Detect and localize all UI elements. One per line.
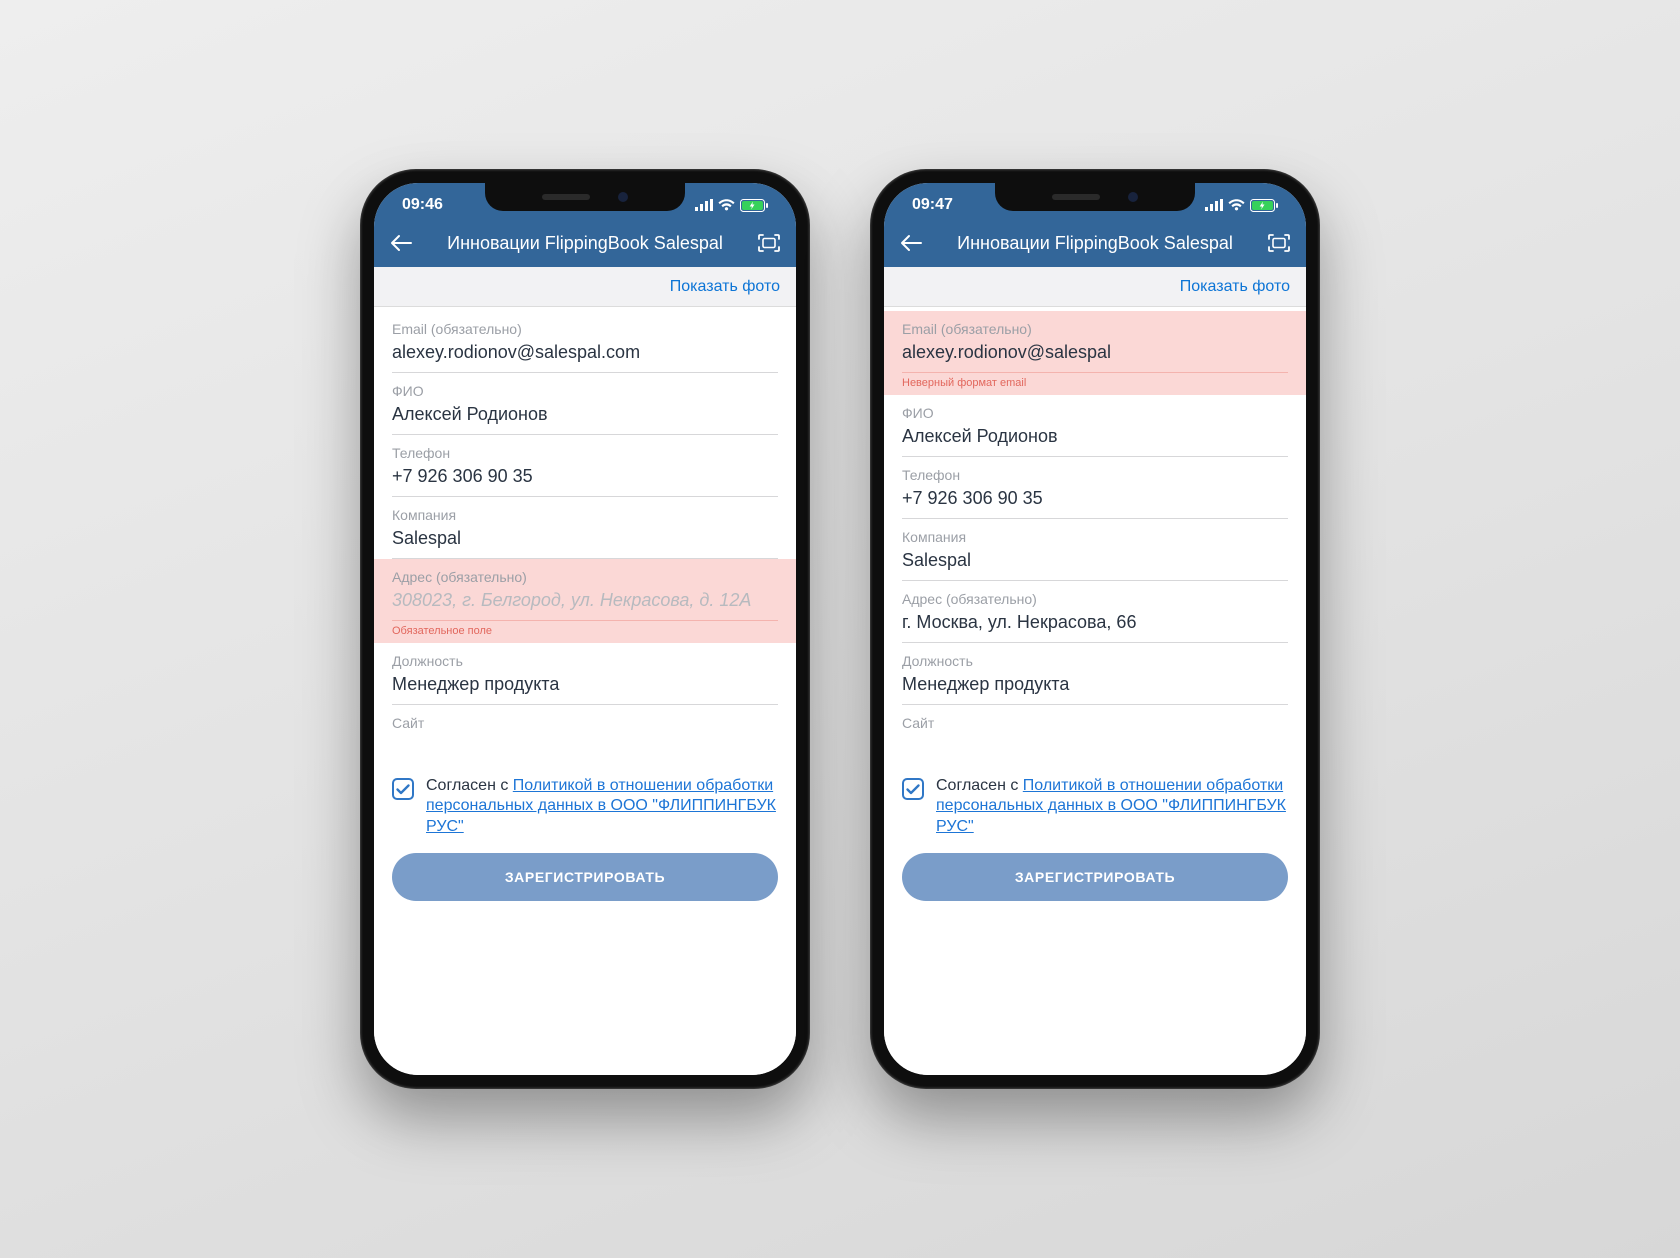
field-label: ФИО [392,383,778,399]
field-label: Email (обязательно) [392,321,778,337]
status-icons [1205,199,1278,212]
field-site[interactable]: Сайт [374,705,796,764]
show-photo-link[interactable]: Показать фото [1180,278,1290,296]
register-button[interactable]: ЗАРЕГИСТРИРОВАТЬ [902,853,1288,901]
field-label: Email (обязательно) [902,321,1288,337]
field-label: Телефон [392,445,778,461]
field-label: Адрес (обязательно) [392,569,778,585]
field-value[interactable] [902,736,1288,764]
scan-icon [1267,233,1291,253]
wifi-icon [718,199,735,211]
screen: 09:47 Инновации FlippingBook Salespal По… [884,183,1306,1075]
field-email[interactable]: Email (обязательно) alexey.rodionov@sale… [884,311,1306,395]
field-error: Неверный формат email [902,373,1288,395]
arrow-left-icon [900,234,922,252]
back-button[interactable] [386,228,416,258]
notch [485,183,685,211]
field-label: Компания [392,507,778,523]
consent-checkbox[interactable] [902,778,924,800]
field-position[interactable]: Должность Менеджер продукта [884,643,1306,705]
phone-mockup: 09:46 Инновации FlippingBook Salespal По… [360,169,810,1089]
field-label: ФИО [902,405,1288,421]
field-phone[interactable]: Телефон +7 926 306 90 35 [884,457,1306,519]
field-value[interactable] [392,736,778,764]
scan-button[interactable] [754,228,784,258]
field-fio[interactable]: ФИО Алексей Родионов [374,373,796,435]
status-time: 09:47 [912,196,953,214]
nav-title: Инновации FlippingBook Salespal [936,233,1254,254]
consent-row: Согласен с Политикой в отношении обработ… [392,764,778,851]
scan-icon [757,233,781,253]
field-value[interactable]: +7 926 306 90 35 [392,466,778,497]
sub-toolbar: Показать фото [884,267,1306,307]
phone-mockup: 09:47 Инновации FlippingBook Salespal По… [870,169,1320,1089]
nav-bar: Инновации FlippingBook Salespal [884,219,1306,267]
back-button[interactable] [896,228,926,258]
consent-text: Согласен с Политикой в отношении обработ… [426,776,778,837]
signal-icon [1205,199,1223,211]
signal-icon [695,199,713,211]
field-error: Обязательное поле [392,621,778,643]
arrow-left-icon [390,234,412,252]
form: Email (обязательно) alexey.rodionov@sale… [884,307,1306,1075]
field-label: Должность [902,653,1288,669]
check-icon [906,784,920,795]
nav-title: Инновации FlippingBook Salespal [426,233,744,254]
field-company[interactable]: Компания Salespal [374,497,796,559]
consent-checkbox[interactable] [392,778,414,800]
sub-toolbar: Показать фото [374,267,796,307]
register-button[interactable]: ЗАРЕГИСТРИРОВАТЬ [392,853,778,901]
battery-icon [1250,199,1278,212]
field-placeholder[interactable]: 308023, г. Белгород, ул. Некрасова, д. 1… [392,590,778,621]
scan-button[interactable] [1264,228,1294,258]
field-label: Должность [392,653,778,669]
field-site[interactable]: Сайт [884,705,1306,764]
field-label: Компания [902,529,1288,545]
check-icon [396,784,410,795]
field-label: Сайт [392,715,778,731]
field-address[interactable]: Адрес (обязательно) 308023, г. Белгород,… [374,559,796,643]
field-label: Сайт [902,715,1288,731]
status-time: 09:46 [402,196,443,214]
field-fio[interactable]: ФИО Алексей Родионов [884,395,1306,457]
field-value[interactable]: alexey.rodionov@salespal.com [392,342,778,373]
field-value[interactable]: Менеджер продукта [392,674,778,705]
show-photo-link[interactable]: Показать фото [670,278,780,296]
field-company[interactable]: Компания Salespal [884,519,1306,581]
field-label: Адрес (обязательно) [902,591,1288,607]
field-value[interactable]: Salespal [392,528,778,559]
field-address[interactable]: Адрес (обязательно) г. Москва, ул. Некра… [884,581,1306,643]
nav-bar: Инновации FlippingBook Salespal [374,219,796,267]
field-value[interactable]: alexey.rodionov@salespal [902,342,1288,373]
field-value[interactable]: Менеджер продукта [902,674,1288,705]
consent-text: Согласен с Политикой в отношении обработ… [936,776,1288,837]
field-value[interactable]: г. Москва, ул. Некрасова, 66 [902,612,1288,643]
field-value[interactable]: Алексей Родионов [392,404,778,435]
field-email[interactable]: Email (обязательно) alexey.rodionov@sale… [374,311,796,373]
notch [995,183,1195,211]
form: Email (обязательно) alexey.rodionov@sale… [374,307,796,1075]
status-icons [695,199,768,212]
field-position[interactable]: Должность Менеджер продукта [374,643,796,705]
battery-icon [740,199,768,212]
wifi-icon [1228,199,1245,211]
field-value[interactable]: Алексей Родионов [902,426,1288,457]
field-value[interactable]: +7 926 306 90 35 [902,488,1288,519]
field-label: Телефон [902,467,1288,483]
consent-row: Согласен с Политикой в отношении обработ… [902,764,1288,851]
field-value[interactable]: Salespal [902,550,1288,581]
screen: 09:46 Инновации FlippingBook Salespal По… [374,183,796,1075]
field-phone[interactable]: Телефон +7 926 306 90 35 [374,435,796,497]
